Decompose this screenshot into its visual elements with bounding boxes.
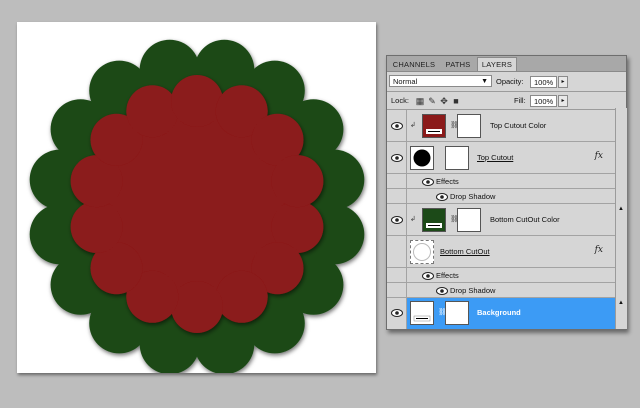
fill-label: Fill: bbox=[514, 96, 526, 105]
tab-channels[interactable]: CHANNELS bbox=[389, 58, 439, 71]
lock-position-icon[interactable]: ✥ bbox=[439, 96, 449, 106]
layers-scrollbar[interactable]: ▲ ▲ bbox=[615, 108, 627, 329]
layer-name[interactable]: Background bbox=[477, 308, 521, 318]
layer-name[interactable]: Bottom CutOut bbox=[440, 247, 490, 257]
layer-name[interactable]: Top Cutout bbox=[477, 153, 513, 163]
layer-bottom-cutout[interactable]: Bottom CutOut fx bbox=[387, 236, 615, 268]
opacity-slider-button[interactable]: ▸ bbox=[558, 76, 568, 88]
drop-shadow-label: Drop Shadow bbox=[450, 286, 496, 295]
visibility-toggle[interactable] bbox=[387, 236, 407, 267]
visibility-toggle[interactable] bbox=[387, 110, 407, 141]
effects-label: Effects bbox=[436, 271, 459, 280]
layer-top-cutout-color[interactable]: ↲ ⛓ Top Cutout Color bbox=[387, 110, 615, 142]
eye-icon bbox=[391, 122, 403, 130]
scroll-up-icon[interactable]: ▲ bbox=[618, 300, 624, 306]
clip-arrow-icon: ↲ bbox=[410, 216, 416, 223]
layer-background[interactable]: ⛓ Background bbox=[387, 298, 615, 329]
visibility-cell bbox=[387, 189, 407, 203]
eye-icon[interactable] bbox=[436, 287, 448, 295]
effect-row[interactable]: Drop Shadow bbox=[387, 189, 615, 204]
lock-all-icon[interactable]: ■ bbox=[451, 96, 461, 106]
opacity-input[interactable]: 100% bbox=[530, 76, 557, 88]
eye-icon[interactable] bbox=[422, 272, 434, 280]
layer-mask-thumbnail[interactable] bbox=[457, 208, 481, 232]
visibility-cell bbox=[387, 268, 407, 282]
tab-paths[interactable]: PATHS bbox=[441, 58, 475, 71]
eye-icon bbox=[391, 216, 403, 224]
document-canvas[interactable] bbox=[17, 22, 376, 373]
scallop-shape-icon bbox=[413, 149, 431, 167]
eye-icon[interactable] bbox=[436, 193, 448, 201]
layer-bottom-cutout-color[interactable]: ↲ ⛓ Bottom CutOut Color bbox=[387, 204, 615, 236]
layer-mask-thumbnail[interactable] bbox=[457, 114, 481, 138]
layer-name[interactable]: Top Cutout Color bbox=[490, 121, 546, 131]
layer-thumbnail[interactable] bbox=[410, 240, 434, 264]
tab-layers[interactable]: LAYERS bbox=[477, 57, 517, 71]
effects-row[interactable]: Effects bbox=[387, 174, 615, 189]
eye-icon bbox=[391, 309, 403, 317]
color-swatch-icon bbox=[423, 209, 445, 231]
layers-list: ↲ ⛓ Top Cutout Color Top Cutout fx Effec… bbox=[387, 108, 615, 329]
lock-label: Lock: bbox=[391, 96, 409, 105]
background-swatch-icon bbox=[413, 315, 431, 322]
blend-mode-select[interactable]: Normal ▼ bbox=[389, 75, 492, 87]
fill-thumbnail[interactable] bbox=[422, 208, 446, 232]
fx-icon[interactable]: fx bbox=[595, 151, 603, 161]
fill-thumbnail[interactable] bbox=[422, 114, 446, 138]
color-swatch-icon bbox=[423, 115, 445, 137]
layer-mask-thumbnail[interactable] bbox=[445, 301, 469, 325]
effect-row[interactable]: Drop Shadow bbox=[387, 283, 615, 298]
blend-row: Normal ▼ Opacity: 100% ▸ bbox=[387, 72, 626, 91]
blend-mode-value: Normal bbox=[393, 77, 418, 86]
effects-row[interactable]: Effects bbox=[387, 268, 615, 283]
layers-panel: CHANNELS PATHS LAYERS Normal ▼ Opacity: … bbox=[386, 55, 627, 330]
divider bbox=[387, 91, 626, 92]
layer-name[interactable]: Bottom CutOut Color bbox=[490, 215, 560, 225]
layer-top-cutout[interactable]: Top Cutout fx bbox=[387, 142, 615, 174]
drop-shadow-label: Drop Shadow bbox=[450, 192, 496, 201]
eye-icon[interactable] bbox=[422, 178, 434, 186]
lock-image-icon[interactable]: ✎ bbox=[427, 96, 437, 106]
opacity-label: Opacity: bbox=[496, 77, 524, 86]
panel-tabs: CHANNELS PATHS LAYERS bbox=[387, 56, 626, 72]
clip-arrow-icon: ↲ bbox=[410, 122, 416, 129]
layer-thumbnail[interactable] bbox=[410, 301, 434, 325]
visibility-toggle[interactable] bbox=[387, 204, 407, 235]
lock-transparent-icon[interactable]: ▦ bbox=[415, 96, 425, 106]
fill-slider-button[interactable]: ▸ bbox=[558, 95, 568, 107]
chevron-down-icon: ▼ bbox=[481, 78, 488, 85]
scallop-shape-icon bbox=[413, 243, 431, 261]
visibility-toggle[interactable] bbox=[387, 142, 407, 173]
layer-mask-thumbnail[interactable] bbox=[445, 146, 469, 170]
scalloped-artwork bbox=[29, 39, 365, 373]
layer-thumbnail[interactable] bbox=[410, 146, 434, 170]
scroll-up-icon[interactable]: ▲ bbox=[618, 206, 624, 212]
fill-input[interactable]: 100% bbox=[530, 95, 557, 107]
eye-icon bbox=[391, 154, 403, 162]
fx-icon[interactable]: fx bbox=[595, 245, 603, 255]
effects-label: Effects bbox=[436, 177, 459, 186]
visibility-toggle[interactable] bbox=[387, 298, 407, 329]
visibility-cell bbox=[387, 283, 407, 297]
visibility-cell bbox=[387, 174, 407, 188]
